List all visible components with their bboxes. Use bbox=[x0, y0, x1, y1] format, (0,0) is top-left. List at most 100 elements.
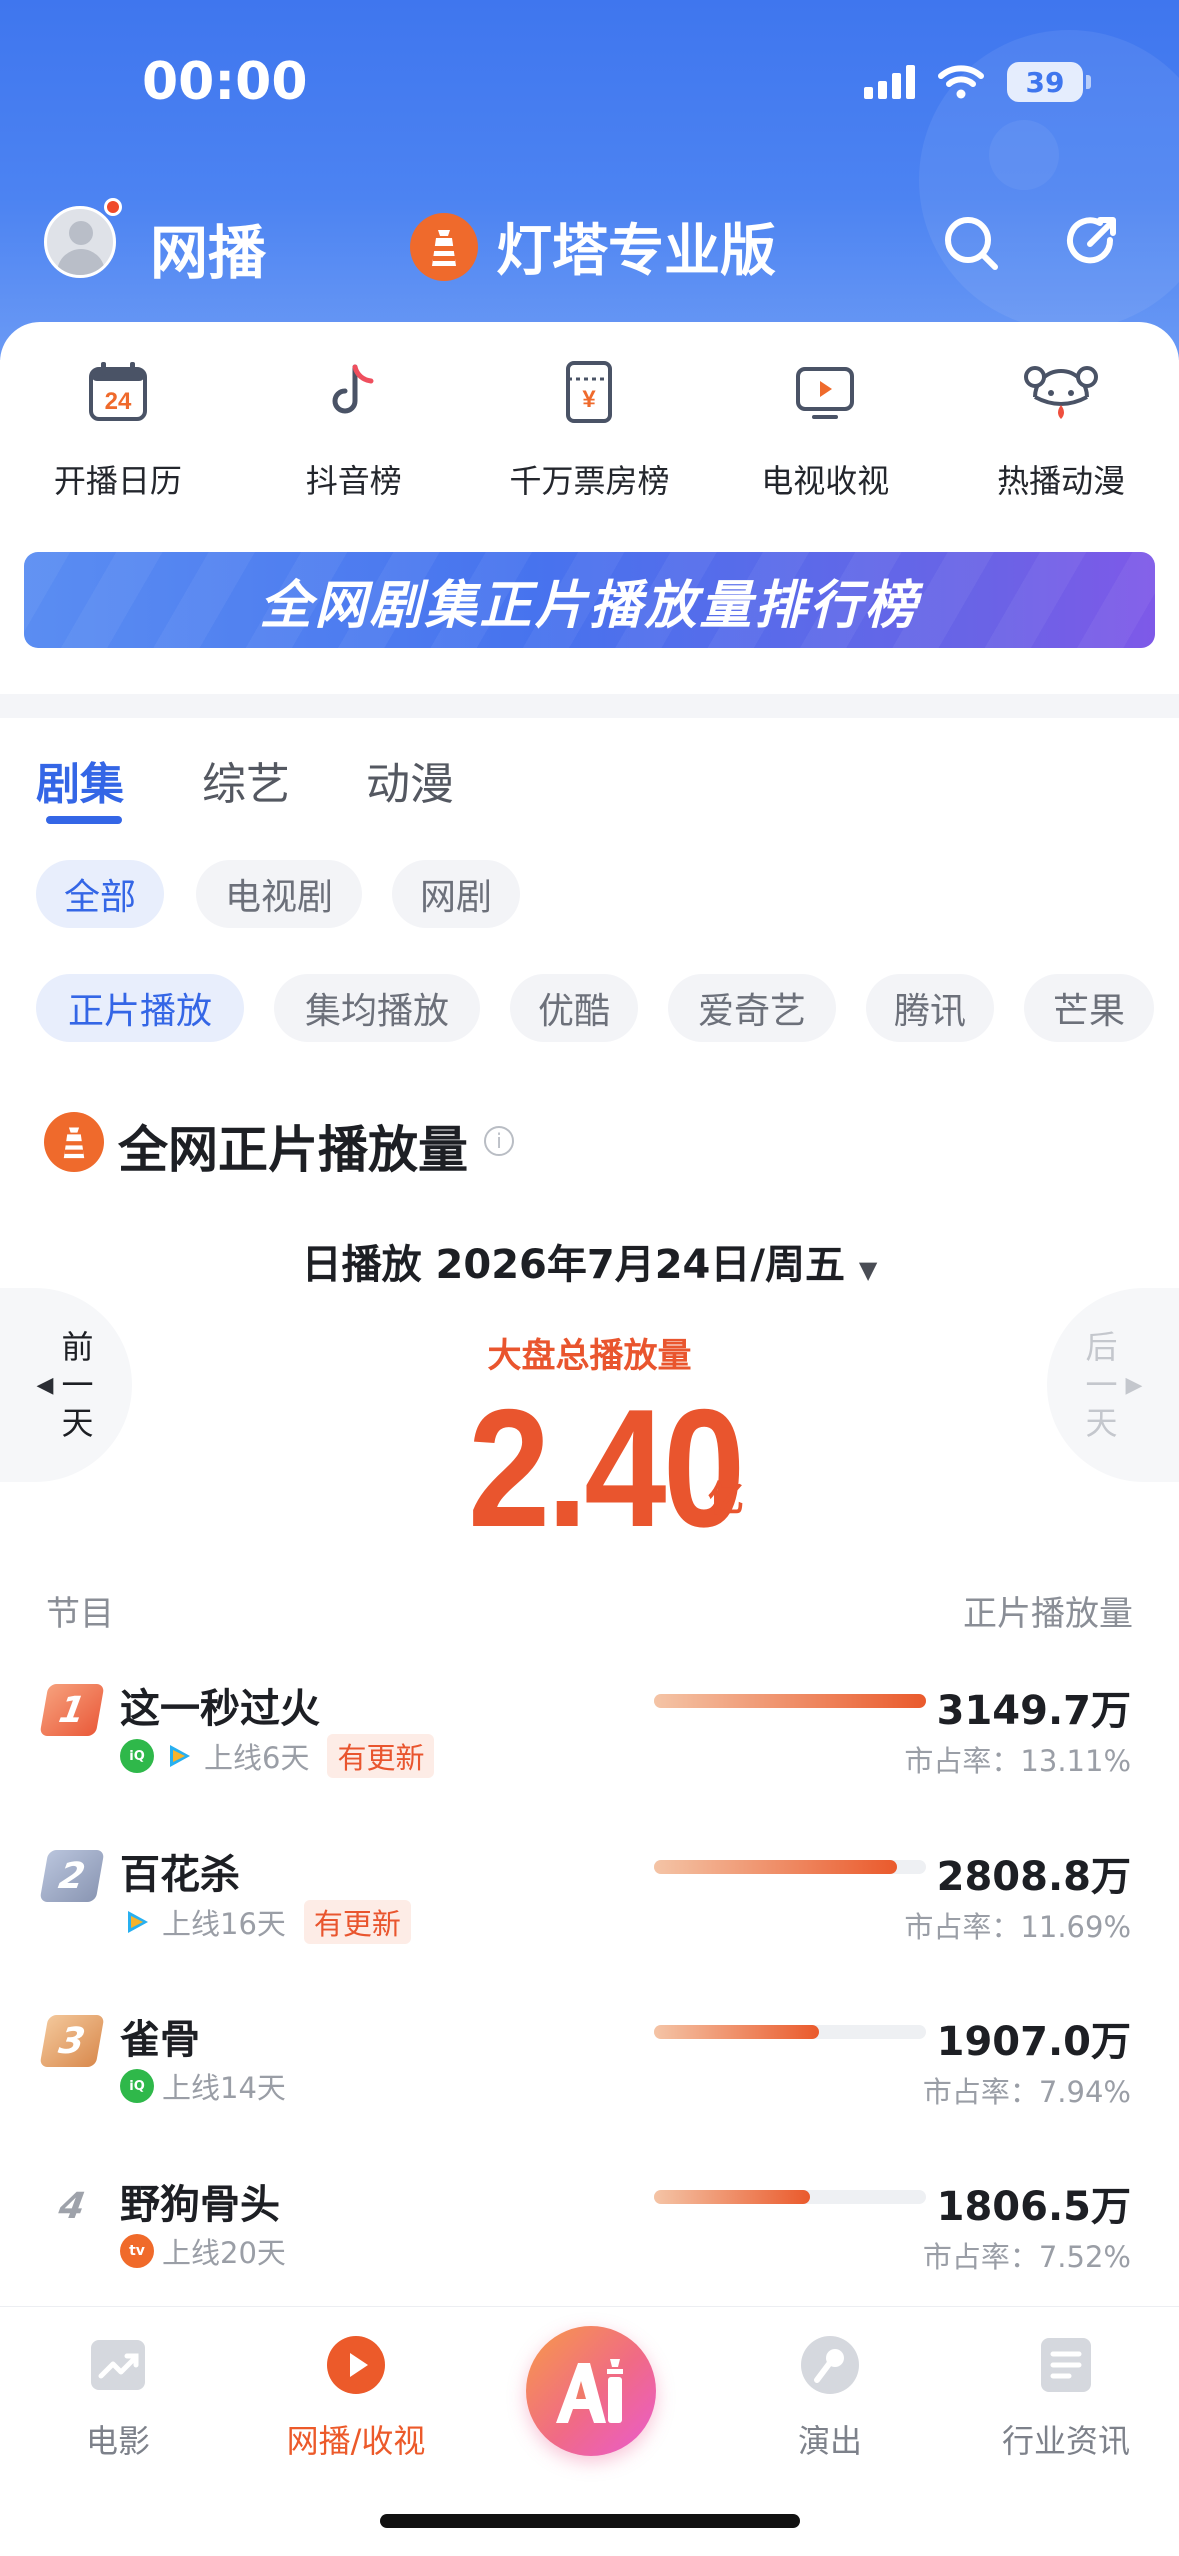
quick-nav-boxoffice[interactable]: ¥ 千万票房榜 bbox=[472, 352, 708, 502]
online-days: 上线14天 bbox=[162, 2071, 286, 2105]
ticket-icon: ¥ bbox=[549, 352, 629, 432]
lighthouse-logo-icon bbox=[44, 1112, 104, 1172]
rank-badge: 1 bbox=[39, 1684, 105, 1736]
play-count: 3149.7万 bbox=[936, 1688, 1131, 1734]
filter-youku[interactable]: 优酷 bbox=[510, 974, 638, 1042]
filter-all[interactable]: 全部 bbox=[36, 860, 164, 928]
play-count: 2808.8万 bbox=[936, 1854, 1131, 1900]
bottom-nav-news[interactable]: 行业资讯 bbox=[966, 2334, 1166, 2462]
iqiyi-icon: iQ bbox=[120, 2069, 154, 2103]
ai-assistant-button[interactable] bbox=[526, 2326, 656, 2456]
ranking-row[interactable]: 2 百花杀 上线16天 有更新 2808.8万 市占率：11.69% bbox=[0, 1850, 1179, 2010]
market-share: 市占率：7.94% bbox=[922, 2075, 1131, 2109]
status-time: 00:00 bbox=[142, 52, 308, 112]
market-share: 市占率：11.69% bbox=[904, 1910, 1131, 1944]
quick-nav-anime[interactable]: 热播动漫 bbox=[943, 352, 1179, 502]
filter-web-series[interactable]: 网剧 bbox=[392, 860, 520, 928]
rank-badge: 2 bbox=[39, 1850, 105, 1902]
bottom-nav-label: 网播/收视 bbox=[286, 2422, 426, 2460]
news-icon bbox=[1041, 2338, 1091, 2392]
program-name[interactable]: 百花杀 bbox=[120, 1842, 240, 1900]
play-icon bbox=[327, 2336, 385, 2394]
quick-nav-label: 热播动漫 bbox=[997, 462, 1126, 500]
update-badge: 有更新 bbox=[327, 1734, 435, 1778]
wifi-icon bbox=[938, 65, 984, 99]
douyin-icon bbox=[314, 352, 394, 432]
program-meta: iQ 上线6天 有更新 bbox=[120, 1734, 435, 1778]
market-share: 市占率：13.11% bbox=[904, 1744, 1131, 1778]
bottom-nav-streaming[interactable]: 网播/收视 bbox=[256, 2334, 456, 2462]
program-name[interactable]: 雀骨 bbox=[120, 2007, 200, 2065]
info-icon[interactable]: i bbox=[484, 1126, 514, 1156]
iqiyi-icon: iQ bbox=[120, 1739, 154, 1773]
online-days: 上线20天 bbox=[162, 2236, 286, 2270]
program-meta: 上线16天 有更新 bbox=[120, 1900, 411, 1944]
share-bar bbox=[654, 2190, 926, 2204]
date-selector[interactable]: 日播放 2026年7月24日/周五 ▼ bbox=[0, 1232, 1179, 1290]
bottom-nav-movie[interactable]: 电影 bbox=[18, 2334, 218, 2462]
play-count: 1907.0万 bbox=[936, 2019, 1131, 2065]
next-day-button[interactable]: 后一天 ▶ bbox=[1047, 1288, 1179, 1482]
tencent-video-icon bbox=[120, 1905, 154, 1939]
filter-avg-play[interactable]: 集均播放 bbox=[274, 974, 480, 1042]
anime-icon bbox=[1021, 352, 1101, 432]
mango-tv-icon: tv bbox=[120, 2234, 154, 2268]
quick-nav-calendar[interactable]: 24 开播日历 bbox=[0, 352, 236, 502]
avatar[interactable] bbox=[44, 206, 116, 278]
section-divider bbox=[0, 694, 1179, 718]
movie-trend-icon bbox=[91, 2340, 145, 2390]
status-icons: 39 bbox=[864, 62, 1091, 102]
brand: 灯塔专业版 bbox=[410, 206, 776, 287]
ranking-row[interactable]: 1 这一秒过火 iQ 上线6天 有更新 3149.7万 市占率：13.11% bbox=[0, 1684, 1179, 1844]
microphone-icon bbox=[801, 2336, 859, 2394]
share-bar bbox=[654, 1860, 926, 1874]
quick-nav-label: 抖音榜 bbox=[305, 462, 402, 500]
program-name[interactable]: 野狗骨头 bbox=[120, 2172, 280, 2230]
notification-dot bbox=[104, 198, 122, 216]
market-share: 市占率：7.52% bbox=[922, 2240, 1131, 2274]
tab-variety[interactable]: 综艺 bbox=[202, 748, 290, 812]
share-bar-fill bbox=[654, 2025, 819, 2039]
tv-icon bbox=[785, 352, 865, 432]
online-days: 上线16天 bbox=[162, 1907, 286, 1941]
next-char: 天 bbox=[1085, 1404, 1118, 1442]
bottom-nav-performance[interactable]: 演出 bbox=[730, 2334, 930, 2462]
play-count: 1806.5万 bbox=[936, 2184, 1131, 2230]
filter-mango[interactable]: 芒果 bbox=[1024, 974, 1154, 1042]
quick-nav: 24 开播日历 抖音榜 ¥ 千万票房榜 电视收视 热播动漫 bbox=[0, 352, 1179, 502]
program-meta: tv 上线20天 bbox=[120, 2230, 286, 2272]
filter-tv-series[interactable]: 电视剧 bbox=[196, 860, 362, 928]
banner-text: 全网剧集正片播放量排行榜 bbox=[259, 575, 920, 636]
column-header-plays[interactable]: 正片播放量 bbox=[963, 1586, 1133, 1635]
program-name[interactable]: 这一秒过火 bbox=[120, 1676, 320, 1734]
tab-anime[interactable]: 动漫 bbox=[366, 748, 454, 812]
share-bar-fill bbox=[654, 1694, 926, 1708]
date-text: 日播放 2026年7月24日/周五 bbox=[301, 1242, 845, 1288]
rank-badge: 4 bbox=[55, 2185, 89, 2227]
battery-icon: 39 bbox=[1007, 62, 1091, 102]
tab-drama[interactable]: 剧集 bbox=[36, 748, 124, 812]
signal-icon bbox=[864, 65, 915, 99]
quick-nav-douyin[interactable]: 抖音榜 bbox=[236, 352, 472, 502]
total-unit: 亿 bbox=[708, 1479, 745, 1520]
ranking-banner[interactable]: 全网剧集正片播放量排行榜 bbox=[24, 552, 1155, 648]
quick-nav-tv[interactable]: 电视收视 bbox=[707, 352, 943, 502]
page-title[interactable]: 网播 bbox=[150, 206, 266, 290]
home-indicator bbox=[380, 2514, 800, 2528]
share-bar-fill bbox=[654, 2190, 810, 2204]
bottom-nav-label: 电影 bbox=[85, 2422, 150, 2460]
filter-tencent[interactable]: 腾讯 bbox=[866, 974, 994, 1042]
share-icon[interactable] bbox=[1060, 210, 1126, 276]
share-bar bbox=[654, 2025, 926, 2039]
filter-iqiyi[interactable]: 爱奇艺 bbox=[668, 974, 836, 1042]
quick-nav-label: 电视收视 bbox=[761, 462, 890, 500]
column-header-program: 节目 bbox=[46, 1594, 114, 1634]
ranking-row[interactable]: 3 雀骨 iQ 上线14天 1907.0万 市占率：7.94% bbox=[0, 2015, 1179, 2175]
svg-text:24: 24 bbox=[105, 388, 132, 415]
section-title: 全网正片播放量 bbox=[118, 1121, 468, 1179]
calendar-icon: 24 bbox=[78, 352, 158, 432]
caret-down-icon: ▼ bbox=[858, 1256, 878, 1284]
filter-episode-play[interactable]: 正片播放 bbox=[36, 974, 244, 1042]
prev-day-button[interactable]: ◀ 前一天 bbox=[0, 1288, 132, 1482]
search-icon[interactable] bbox=[938, 210, 1004, 276]
